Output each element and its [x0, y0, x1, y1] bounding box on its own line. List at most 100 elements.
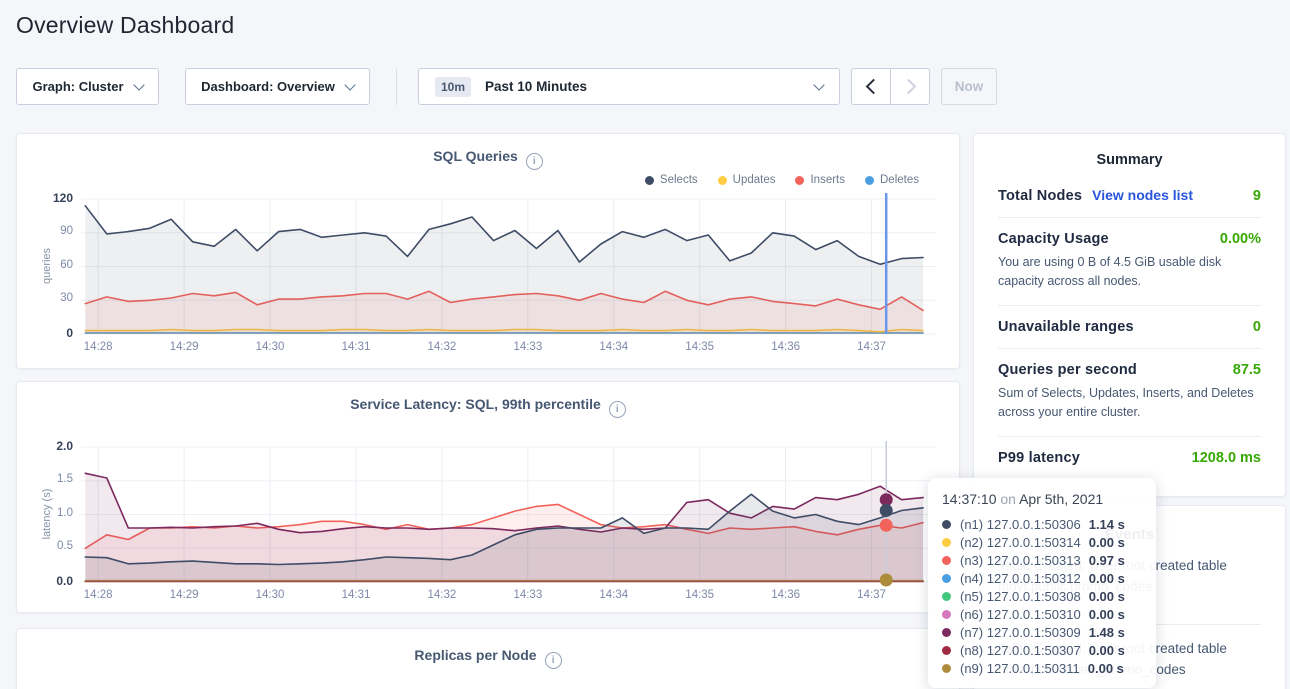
- info-icon[interactable]: i: [545, 652, 562, 669]
- chart-title: SQL Queries: [433, 148, 518, 164]
- x-tick: 14:31: [331, 589, 381, 601]
- y-tick: 2.0: [17, 439, 73, 453]
- service-latency-chart-card: Service Latency: SQL, 99th percentilei l…: [16, 381, 960, 613]
- summary-row: Queries per second87.5Sum of Selects, Up…: [998, 348, 1261, 436]
- node-color-dot: [942, 592, 951, 601]
- prev-range-button[interactable]: [851, 68, 891, 105]
- x-tick: 14:35: [675, 341, 725, 353]
- legend-item-inserts[interactable]: Inserts: [795, 174, 845, 186]
- tooltip-rows: (n1) 127.0.0.1:503061.14 s(n2) 127.0.0.1…: [942, 515, 1142, 677]
- time-range-label: Past 10 Minutes: [485, 79, 587, 94]
- summary-value: 0.00%: [1220, 231, 1261, 247]
- tooltip-node-row: (n4) 127.0.0.1:503120.00 s: [942, 569, 1142, 587]
- chevron-down-icon: [133, 79, 144, 90]
- summary-label: Capacity Usage: [998, 231, 1109, 247]
- node-color-dot: [942, 556, 951, 565]
- x-tick: 14:33: [503, 341, 553, 353]
- legend-item-updates[interactable]: Updates: [718, 174, 776, 186]
- x-tick: 14:32: [417, 589, 467, 601]
- tooltip-node-row: (n8) 127.0.0.1:50307 0.00 s: [942, 641, 1142, 659]
- legend-dot: [865, 176, 874, 185]
- next-range-button[interactable]: [890, 68, 930, 105]
- summary-label: P99 latency: [998, 450, 1080, 466]
- tooltip-node-address: (n1) 127.0.0.1:50306: [960, 517, 1081, 532]
- chevron-down-icon: [813, 79, 824, 90]
- y-tick: 90: [17, 225, 73, 237]
- info-icon[interactable]: i: [609, 401, 626, 418]
- node-color-dot: [942, 574, 951, 583]
- y-tick: 60: [17, 259, 73, 271]
- legend-dot: [718, 176, 727, 185]
- node-color-dot: [942, 628, 951, 637]
- node-color-dot: [942, 664, 951, 673]
- chart-svg: [81, 447, 936, 582]
- summary-row: Capacity Usage 0.00% You are using 0 B of …: [998, 217, 1261, 305]
- y-tick: 0: [17, 326, 73, 340]
- summary-value: 1208.0 ms: [1192, 450, 1261, 466]
- summary-row: Unavailable ranges0: [998, 305, 1261, 348]
- chevron-left-icon: [865, 79, 881, 95]
- tooltip-node-address: (n9) 127.0.0.1:50311: [960, 661, 1080, 676]
- summary-panel: Summary Total NodesView nodes list9Capac…: [973, 133, 1286, 497]
- summary-description: You are using 0 B of 4.5 GiB usable disk…: [998, 253, 1261, 292]
- x-tick: 14:33: [503, 589, 553, 601]
- graph-dropdown[interactable]: Graph: Cluster: [16, 68, 159, 105]
- tooltip-node-value: 0.00 s: [1089, 571, 1125, 586]
- chart-title: Replicas per Node: [414, 647, 536, 663]
- chart-title-row: SQL Queries i: [17, 148, 959, 170]
- tooltip-node-row: (n1) 127.0.0.1:503061.14 s: [942, 515, 1142, 533]
- node-color-dot: [942, 520, 951, 529]
- chart-title: Service Latency: SQL, 99th percentile: [350, 396, 601, 412]
- tooltip-node-address: (n5) 127.0.0.1:50308: [960, 589, 1081, 604]
- tooltip-node-address: (n6) 127.0.0.1:50310: [960, 607, 1081, 622]
- summary-label: Queries per second: [998, 362, 1137, 378]
- node-color-dot: [942, 610, 951, 619]
- tooltip-node-value: 0.00 s: [1089, 643, 1125, 658]
- x-tick: 14:36: [761, 341, 811, 353]
- y-tick: 120: [17, 191, 73, 205]
- chevron-right-icon: [900, 79, 916, 95]
- x-tick: 14:30: [245, 341, 295, 353]
- overview-dashboard-page: Overview Dashboard Graph: Cluster Dashbo…: [0, 0, 1290, 689]
- sql-queries-chart-card: SQL Queries i Selects Updates Inserts Delete…: [16, 133, 960, 369]
- time-range-badge: 10m: [435, 77, 471, 97]
- legend-dot: [645, 176, 654, 185]
- x-tick: 14:30: [245, 589, 295, 601]
- summary-title: Summary: [974, 134, 1285, 168]
- x-tick: 14:32: [417, 341, 467, 353]
- x-tick: 14:34: [589, 589, 639, 601]
- time-nav-group: [851, 68, 930, 105]
- sql-queries-plot[interactable]: [81, 199, 936, 334]
- chart-svg: [81, 199, 936, 334]
- now-button[interactable]: Now: [941, 68, 997, 105]
- legend-dot: [795, 176, 804, 185]
- x-tick: 14:28: [73, 589, 123, 601]
- view-nodes-list-link[interactable]: View nodes list: [1092, 187, 1193, 203]
- node-color-dot: [942, 538, 951, 547]
- y-tick: 1.0: [17, 507, 73, 519]
- summary-label: Total Nodes: [998, 188, 1082, 204]
- tooltip-node-row: (n5) 127.0.0.1:503080.00 s: [942, 587, 1142, 605]
- tooltip-node-value: 0.97 s: [1089, 553, 1125, 568]
- y-tick: 0.0: [17, 574, 73, 588]
- x-tick: 14:35: [675, 589, 725, 601]
- x-tick: 14:29: [159, 341, 209, 353]
- replicas-per-node-chart-card: Replicas per Node i: [16, 628, 960, 689]
- tooltip-node-value: 0.00 s: [1089, 535, 1125, 550]
- time-range-dropdown[interactable]: 10m Past 10 Minutes: [418, 68, 840, 105]
- summary-rows: Total NodesView nodes list9Capacity Usag…: [974, 168, 1285, 479]
- tooltip-node-address: (n8) 127.0.0.1:50307: [960, 643, 1081, 658]
- summary-value: 0: [1253, 319, 1261, 335]
- dashboard-dropdown[interactable]: Dashboard: Overview: [185, 68, 370, 105]
- x-tick: 14:34: [589, 341, 639, 353]
- legend-item-deletes[interactable]: Deletes: [865, 174, 919, 186]
- x-tick: 14:36: [761, 589, 811, 601]
- service-latency-plot[interactable]: [81, 447, 936, 582]
- chart-title-row: Service Latency: SQL, 99th percentile i: [17, 396, 959, 418]
- tooltip-node-row: (n2) 127.0.0.1:50314 0.00 s: [942, 533, 1142, 551]
- legend-item-selects[interactable]: Selects: [645, 174, 698, 186]
- info-icon[interactable]: i: [526, 153, 543, 170]
- tooltip-node-address: (n3) 127.0.0.1:50313: [960, 553, 1081, 568]
- summary-description: Sum of Selects, Updates, Inserts, and De…: [998, 384, 1261, 423]
- tooltip-node-address: (n2) 127.0.0.1:50314: [960, 535, 1081, 550]
